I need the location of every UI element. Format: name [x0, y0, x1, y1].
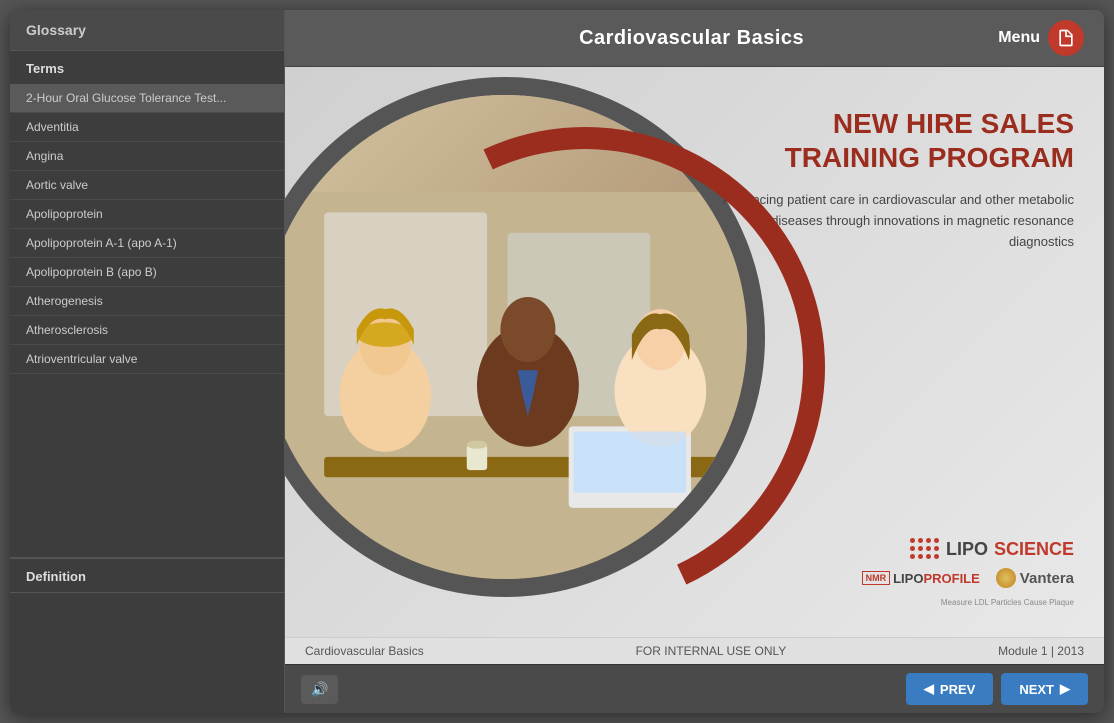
next-button[interactable]: NEXT ▶ — [1001, 673, 1088, 705]
sidebar-header: Glossary — [10, 10, 284, 51]
next-label: NEXT — [1019, 682, 1054, 697]
app-container: Glossary Terms 2-Hour Oral Glucose Toler… — [10, 10, 1104, 713]
slide-bottom-bar: Cardiovascular Basics FOR INTERNAL USE O… — [285, 637, 1104, 664]
terms-list[interactable]: 2-Hour Oral Glucose Tolerance Test...Adv… — [10, 84, 284, 557]
top-bar: Cardiovascular Basics Menu — [285, 10, 1104, 67]
terms-list-item[interactable]: 2-Hour Oral Glucose Tolerance Test... — [10, 84, 284, 113]
slide-area: NEW HIRE SALES TRAINING PROGRAM Advancin… — [285, 67, 1104, 637]
vantera-dot — [996, 568, 1016, 588]
terms-list-item[interactable]: Apolipoprotein — [10, 200, 284, 229]
menu-icon — [1048, 20, 1084, 56]
logo-lipoprofile-text: LIPOPROFILE — [893, 571, 980, 586]
terms-list-item[interactable]: Angina — [10, 142, 284, 171]
definition-content — [10, 593, 284, 713]
sidebar: Glossary Terms 2-Hour Oral Glucose Toler… — [10, 10, 285, 713]
audio-button[interactable]: 🔊 — [301, 675, 338, 704]
logo-bottom-row: NMR LIPOPROFILE Vantera — [862, 568, 1074, 588]
terms-list-item[interactable]: Apolipoprotein B (apo B) — [10, 258, 284, 287]
logo-tagline: Measure LDL Particles Cause Plaque — [941, 598, 1074, 607]
terms-list-item[interactable]: Atherogenesis — [10, 287, 284, 316]
slide-logos: LIPO SCIENCE NMR LIPOPROFILE Vantera — [704, 538, 1074, 607]
vantera-text: Vantera — [1020, 570, 1074, 587]
terms-list-item[interactable]: Apolipoprotein A-1 (apo A-1) — [10, 229, 284, 258]
slide-subtitle: Advancing patient care in cardiovascular… — [704, 190, 1074, 252]
terms-list-item[interactable]: Aortic valve — [10, 171, 284, 200]
definition-section: Definition — [10, 557, 284, 713]
logo-dot-grid — [910, 538, 940, 560]
prev-arrow-icon: ◀ — [924, 681, 934, 697]
main-content: Cardiovascular Basics Menu — [285, 10, 1104, 713]
logo-liposcience: LIPO SCIENCE — [910, 538, 1074, 560]
definition-title: Definition — [10, 559, 284, 593]
menu-label: Menu — [998, 29, 1040, 47]
slide-right: NEW HIRE SALES TRAINING PROGRAM Advancin… — [684, 67, 1104, 637]
slide-main-title: NEW HIRE SALES TRAINING PROGRAM — [704, 107, 1074, 174]
logo-lipo-text: LIPO — [946, 539, 988, 560]
bottom-bar-left: Cardiovascular Basics — [305, 644, 424, 658]
nav-buttons: ◀ PREV NEXT ▶ — [906, 673, 1088, 705]
menu-button[interactable]: Menu — [998, 20, 1084, 56]
prev-label: PREV — [940, 682, 975, 697]
terms-list-item[interactable]: Atrioventricular valve — [10, 345, 284, 374]
slide-inner: NEW HIRE SALES TRAINING PROGRAM Advancin… — [285, 67, 1104, 637]
logo-nmr-lipoprofile: NMR LIPOPROFILE — [862, 571, 980, 586]
logo-science-text: SCIENCE — [994, 539, 1074, 560]
logo-vantera: Vantera — [996, 568, 1074, 588]
top-bar-title: Cardiovascular Basics — [579, 27, 804, 50]
terms-list-container: 2-Hour Oral Glucose Tolerance Test...Adv… — [10, 84, 284, 557]
terms-list-item[interactable]: Adventitia — [10, 113, 284, 142]
people-svg — [285, 192, 747, 579]
bottom-bar-center: FOR INTERNAL USE ONLY — [636, 644, 787, 658]
glossary-title: Glossary — [26, 22, 86, 38]
prev-button[interactable]: ◀ PREV — [906, 673, 993, 705]
terms-section-title: Terms — [10, 51, 284, 84]
audio-icon: 🔊 — [311, 681, 328, 697]
nav-bar: 🔊 ◀ PREV NEXT ▶ — [285, 664, 1104, 713]
circle-photo-inner — [285, 95, 747, 579]
bottom-bar-right: Module 1 | 2013 — [998, 644, 1084, 658]
next-arrow-icon: ▶ — [1060, 681, 1070, 697]
logo-nmr-text: NMR — [862, 571, 891, 585]
terms-list-item[interactable]: Atherosclerosis — [10, 316, 284, 345]
